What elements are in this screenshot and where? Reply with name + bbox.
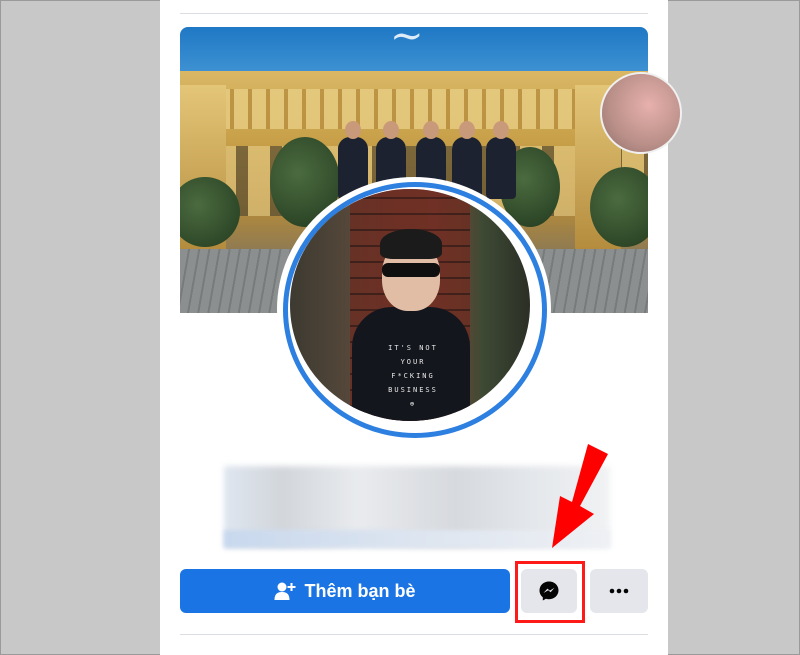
- top-divider: [180, 13, 648, 14]
- story-thumbnail[interactable]: [600, 72, 682, 154]
- profile-page: ~ IT'S NOT YOUR F*CKING BUSINESS ⊕ Thêm …: [160, 0, 682, 655]
- add-friend-icon: [274, 582, 296, 600]
- more-options-icon: [609, 588, 629, 594]
- cover-script: ~: [390, 27, 424, 59]
- annotation-arrow-icon: [552, 444, 608, 548]
- messenger-highlight-box: [515, 561, 585, 623]
- shirt-print: IT'S NOT YOUR F*CKING BUSINESS ⊕: [388, 344, 438, 408]
- sunglasses: [382, 263, 440, 277]
- avatar: IT'S NOT YOUR F*CKING BUSINESS ⊕: [290, 189, 530, 421]
- add-friend-label: Thêm bạn bè: [304, 580, 416, 601]
- add-friend-button[interactable]: Thêm bạn bè: [180, 569, 510, 613]
- bottom-divider: [180, 634, 648, 635]
- cover-person: [486, 121, 516, 199]
- profile-picture-container[interactable]: IT'S NOT YOUR F*CKING BUSINESS ⊕: [277, 177, 551, 441]
- more-options-button[interactable]: [590, 569, 648, 613]
